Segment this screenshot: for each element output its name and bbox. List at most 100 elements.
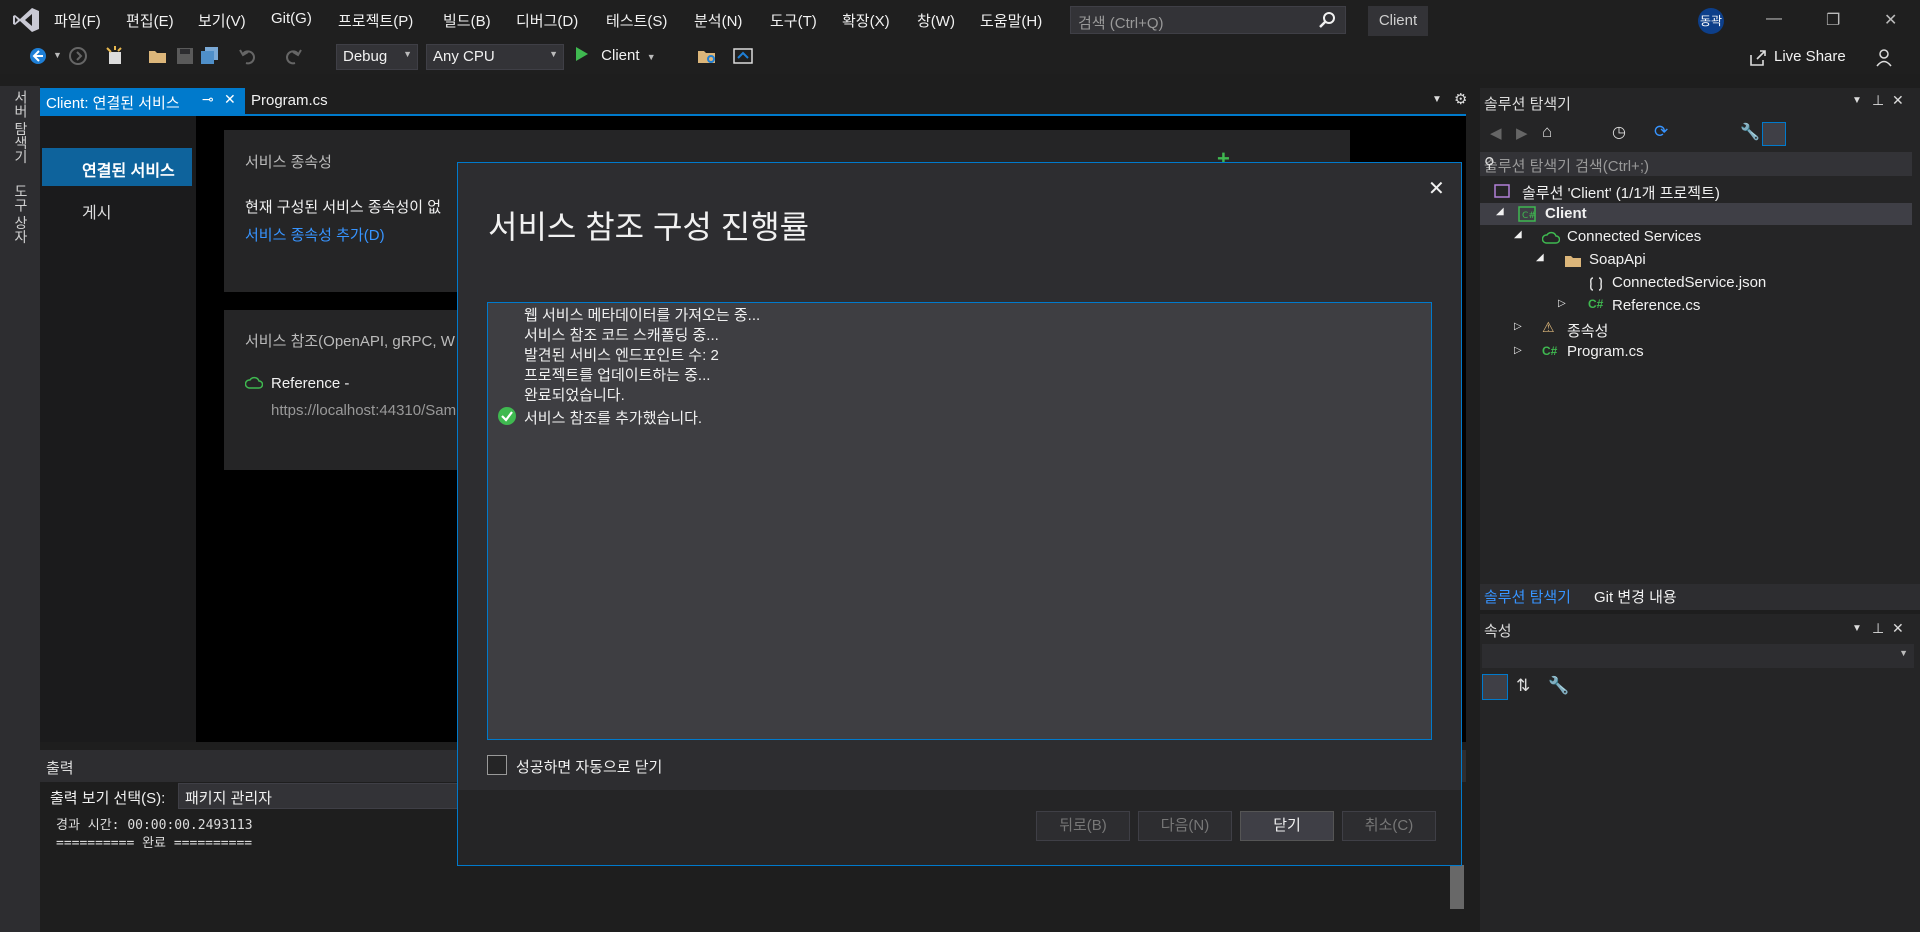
menu-build[interactable]: 빌드(B): [443, 10, 491, 31]
open-folder-icon[interactable]: [148, 46, 168, 66]
avatar[interactable]: 동곽: [1698, 8, 1724, 34]
server-explorer-tab[interactable]: 서버 탐색기: [11, 90, 31, 164]
pin-icon[interactable]: ⊥: [1872, 92, 1884, 109]
tree-item-solution[interactable]: 솔루션 'Client' (1/1개 프로젝트): [1522, 182, 1720, 203]
panel-menu-icon[interactable]: ▼: [1852, 623, 1862, 634]
menu-project[interactable]: 프로젝트(P): [338, 10, 413, 31]
output-source-label: 출력 보기 선택(S):: [50, 790, 166, 807]
tab-git-changes[interactable]: Git 변경 내용: [1594, 586, 1677, 607]
configuration-value: Debug: [343, 48, 388, 65]
tree-item-program-cs[interactable]: Program.cs: [1567, 343, 1644, 360]
run-button[interactable]: Client ▼: [575, 46, 656, 64]
gear-icon[interactable]: ⚙: [1454, 90, 1467, 108]
history-icon[interactable]: ◷: [1612, 122, 1626, 142]
browse-folder-icon[interactable]: [697, 46, 717, 66]
output-scrollbar[interactable]: [1450, 865, 1464, 909]
menu-git[interactable]: Git(G): [271, 10, 312, 27]
wrench-icon[interactable]: 🔧: [1740, 122, 1760, 142]
menu-analyze[interactable]: 분석(N): [694, 10, 742, 31]
tree-item-project[interactable]: Client: [1545, 205, 1587, 222]
browser-home-icon[interactable]: [733, 46, 753, 66]
solution-explorer-search-input[interactable]: 솔루션 탐색기 검색(Ctrl+;) ⚲: [1480, 152, 1912, 176]
tree-item-reference-cs[interactable]: Reference.cs: [1612, 297, 1700, 314]
save-all-icon[interactable]: [200, 46, 220, 66]
close-tab-icon[interactable]: ✕: [224, 91, 236, 108]
redo-icon[interactable]: [283, 46, 303, 66]
save-icon[interactable]: [175, 46, 195, 66]
close-panel-icon[interactable]: ✕: [1892, 620, 1904, 637]
back-button[interactable]: 뒤로(B): [1036, 811, 1130, 841]
log-line: 프로젝트를 업데이트하는 중...: [524, 367, 711, 384]
auto-close-checkbox[interactable]: [487, 755, 507, 775]
back-icon[interactable]: ◀: [1490, 124, 1502, 142]
menu-edit[interactable]: 편집(E): [126, 10, 174, 31]
toolbox-tab[interactable]: 도구 상자: [11, 184, 31, 244]
nav-item-connected-services[interactable]: 연결된 서비스: [42, 148, 192, 186]
output-source-dropdown[interactable]: 패키지 관리자: [178, 783, 468, 809]
live-share-button[interactable]: Live Share: [1774, 48, 1846, 65]
feedback-icon[interactable]: [1876, 48, 1896, 68]
tab-program-cs[interactable]: Program.cs: [245, 88, 355, 114]
back-dropdown-icon[interactable]: ▼: [53, 50, 62, 60]
menu-tools[interactable]: 도구(T): [770, 10, 817, 31]
close-dialog-icon[interactable]: ✕: [1428, 176, 1445, 201]
tab-connected-services[interactable]: Client: 연결된 서비스 ⊸ ✕: [40, 88, 245, 114]
close-button[interactable]: 닫기: [1240, 811, 1334, 841]
minimize-icon[interactable]: —: [1766, 10, 1782, 28]
tab-solution-explorer[interactable]: 솔루션 탐색기: [1484, 586, 1571, 607]
expand-arrow-icon[interactable]: ◢: [1496, 206, 1504, 217]
menu-view[interactable]: 보기(V): [198, 10, 246, 31]
cancel-button[interactable]: 취소(C): [1342, 811, 1436, 841]
menu-test[interactable]: 테스트(S): [606, 10, 667, 31]
collapse-arrow-icon[interactable]: ▷: [1558, 298, 1566, 309]
menu-debug[interactable]: 디버그(D): [516, 10, 578, 31]
menu-extensions[interactable]: 확장(X): [842, 10, 890, 31]
platform-dropdown[interactable]: Any CPU ▼: [426, 44, 564, 70]
configuration-dropdown[interactable]: Debug ▼: [336, 44, 418, 70]
log-line: 발견된 서비스 엔드포인트 수: 2: [524, 347, 719, 364]
tree-item-soapapi[interactable]: SoapApi: [1589, 251, 1646, 268]
properties-object-dropdown[interactable]: ▼: [1482, 644, 1914, 668]
tree-item-connected-services[interactable]: Connected Services: [1567, 228, 1701, 245]
pin-icon[interactable]: ⊥: [1872, 620, 1884, 637]
svg-text:C#: C#: [1522, 211, 1536, 221]
close-window-icon[interactable]: ✕: [1884, 10, 1897, 30]
no-dependencies-text: 현재 구성된 서비스 종속성이 없: [245, 199, 442, 216]
home-icon[interactable]: ⌂: [1542, 122, 1552, 142]
preview-toggle-button[interactable]: [1762, 122, 1786, 146]
collapse-arrow-icon[interactable]: ▷: [1514, 345, 1522, 356]
collapse-arrow-icon[interactable]: ▷: [1514, 321, 1522, 332]
panel-menu-icon[interactable]: ▼: [1852, 95, 1862, 106]
categorized-view-button[interactable]: [1482, 674, 1508, 700]
expand-arrow-icon[interactable]: ◢: [1514, 229, 1522, 240]
nav-item-publish[interactable]: 게시: [82, 199, 111, 223]
live-share-icon: [1750, 50, 1766, 66]
search-icon: ⚲: [1484, 155, 1495, 172]
forward-icon[interactable]: [68, 46, 88, 66]
visual-studio-logo-icon: [13, 8, 39, 32]
new-item-icon[interactable]: [105, 46, 125, 66]
refresh-icon[interactable]: ⟳: [1654, 122, 1668, 142]
next-button[interactable]: 다음(N): [1138, 811, 1232, 841]
close-panel-icon[interactable]: ✕: [1892, 92, 1904, 109]
restore-icon[interactable]: ❐: [1826, 10, 1840, 30]
tree-item-dependencies[interactable]: 종속성: [1567, 320, 1608, 341]
tree-item-connected-service-json[interactable]: ConnectedService.json: [1612, 274, 1766, 291]
tab-list-dropdown-icon[interactable]: ▼: [1432, 94, 1442, 105]
menu-help[interactable]: 도움말(H): [980, 10, 1042, 31]
search-input[interactable]: 검색 (Ctrl+Q): [1070, 6, 1346, 34]
pin-icon[interactable]: ⊸: [202, 91, 214, 108]
undo-icon[interactable]: [238, 46, 258, 66]
expand-arrow-icon[interactable]: ◢: [1536, 252, 1544, 263]
alphabetical-view-icon[interactable]: ⇅: [1516, 676, 1530, 696]
properties-title: 속성: [1484, 623, 1512, 640]
menu-window[interactable]: 창(W): [917, 10, 955, 31]
dependencies-warning-icon: ⚠: [1542, 319, 1555, 335]
reference-name[interactable]: Reference -: [271, 375, 349, 392]
forward-icon[interactable]: ▶: [1516, 124, 1528, 142]
property-pages-icon[interactable]: 🔧: [1548, 676, 1569, 696]
back-icon[interactable]: [28, 46, 48, 66]
add-service-dependency-link[interactable]: 서비스 종속성 추가(D): [245, 224, 385, 245]
menu-file[interactable]: 파일(F): [54, 10, 101, 31]
output-line: ========== 완료 ==========: [56, 836, 253, 851]
